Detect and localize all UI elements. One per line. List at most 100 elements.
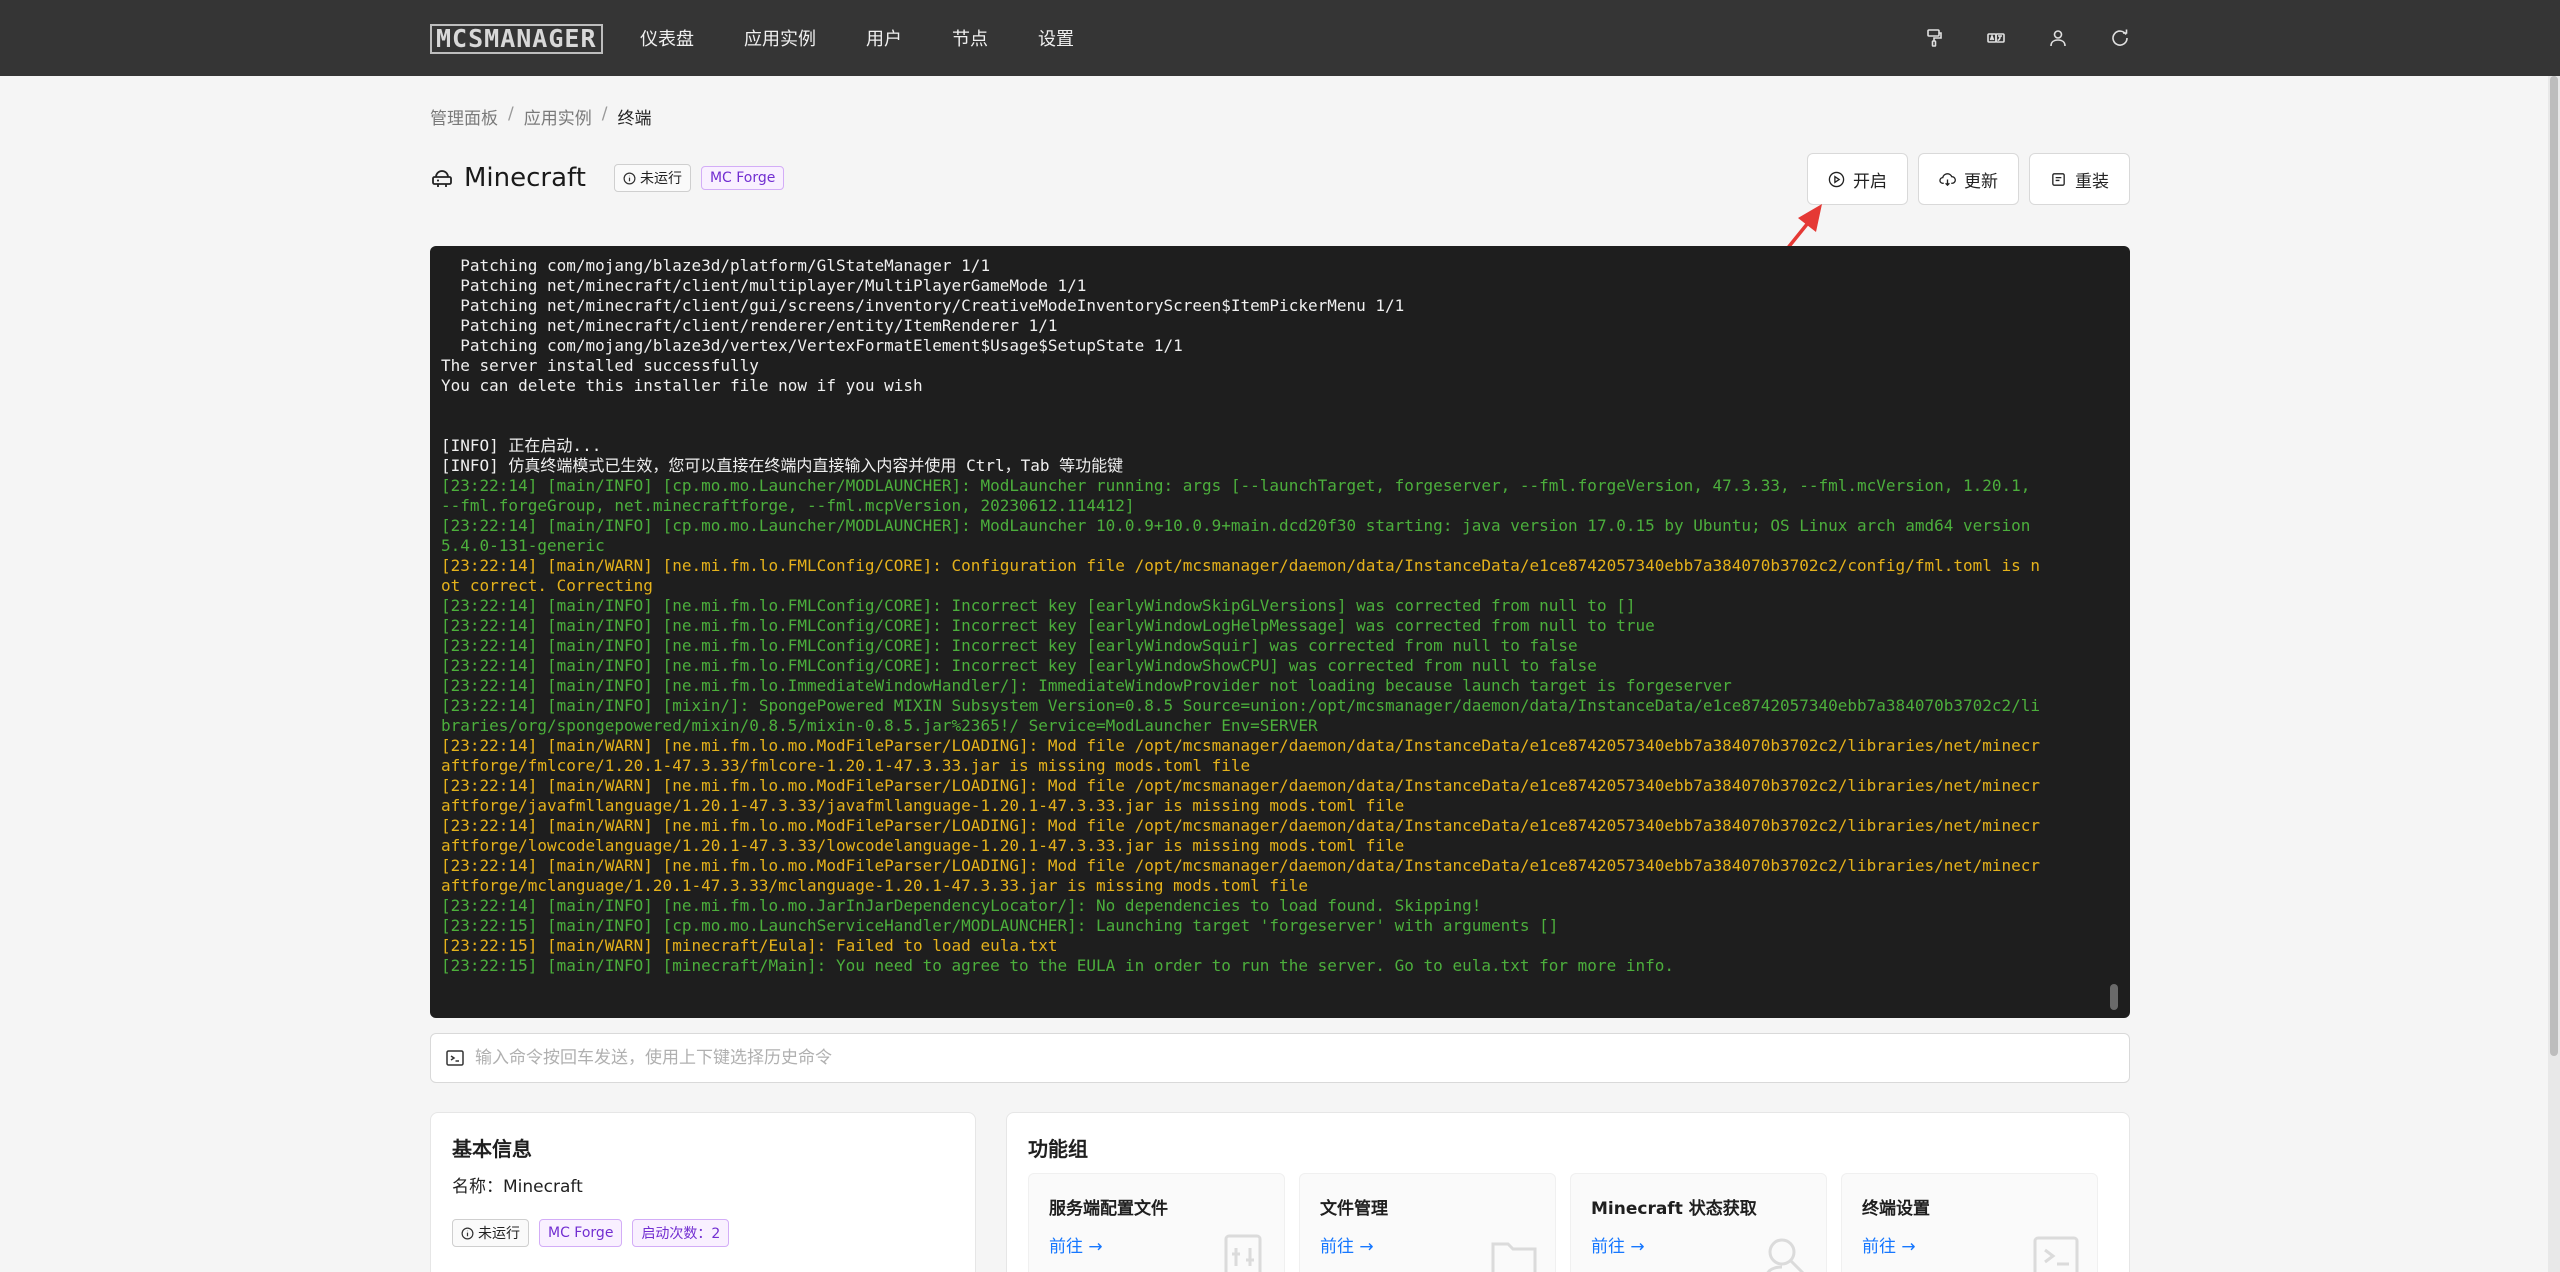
info-circle-icon [623, 172, 636, 184]
nav-nodes[interactable]: 节点 [952, 25, 988, 51]
feature-grid: 服务端配置文件 前往 → 文件管理 前往 → Minecraft 状态获取 前往… [1028, 1173, 2098, 1272]
command-input[interactable] [475, 1048, 2129, 1068]
breadcrumb-dashboard[interactable]: 管理面板 [430, 104, 498, 129]
nav-instances[interactable]: 应用实例 [744, 25, 816, 51]
cloud-server-icon [430, 166, 454, 190]
page-scrollbar-thumb[interactable] [2550, 76, 2558, 1056]
terminal-line: Patching net/minecraft/client/multiplaye… [441, 276, 1087, 295]
terminal-line: [23:22:15] [main/WARN] [minecraft/Eula]:… [441, 936, 1058, 955]
update-button[interactable]: 更新 [1918, 153, 2019, 205]
top-icon-group [1924, 0, 2130, 76]
terminal-line: [23:22:14] [main/WARN] [ne.mi.fm.lo.mo.M… [441, 736, 2041, 755]
terminal-line: aftforge/lowcodelanguage/1.20.1-47.3.33/… [441, 836, 1405, 855]
user-icon[interactable] [2048, 28, 2068, 48]
type-badge: MC Forge [539, 1219, 623, 1247]
reinstall-button-label: 重装 [2075, 171, 2109, 192]
feature-go-link[interactable]: 前往 → [1862, 1232, 1916, 1257]
terminal-line: [23:22:14] [main/INFO] [ne.mi.fm.lo.FMLC… [441, 596, 1636, 615]
terminal-line: [23:22:14] [main/INFO] [ne.mi.fm.lo.FMLC… [441, 636, 1578, 655]
feature-server-config[interactable]: 服务端配置文件 前往 → [1028, 1173, 1285, 1272]
info-circle-icon [461, 1227, 474, 1239]
terminal-line: 5.4.0-131-generic [441, 536, 605, 555]
brush-icon[interactable] [1924, 28, 1944, 48]
basic-info-card: 基本信息 名称：Minecraft 未运行 MC Forge 启动次数：2 [430, 1112, 976, 1272]
terminal-scrollbar[interactable] [2110, 254, 2118, 1010]
terminal-line: The server installed successfully [441, 356, 759, 375]
terminal-line: [INFO] 正在启动... [441, 436, 602, 455]
nav-users[interactable]: 用户 [866, 25, 902, 51]
basic-info-badges: 未运行 MC Forge 启动次数：2 [452, 1219, 739, 1247]
update-button-label: 更新 [1964, 171, 1998, 192]
terminal-prompt-icon [446, 1050, 464, 1066]
status-badge-label: 未运行 [478, 1226, 520, 1242]
terminal-line: [23:22:14] [main/INFO] [mixin/]: SpongeP… [441, 696, 2041, 715]
terminal-line: [23:22:14] [main/INFO] [ne.mi.fm.lo.Imme… [441, 676, 1732, 695]
terminal-line: ot correct. Correcting [441, 576, 653, 595]
terminal-line: [23:22:14] [main/INFO] [ne.mi.fm.lo.mo.J… [441, 896, 1482, 915]
start-button-label: 开启 [1853, 171, 1887, 192]
status-badge-label: 未运行 [639, 171, 682, 187]
command-input-box[interactable] [430, 1033, 2130, 1083]
breadcrumb-separator: / [601, 104, 608, 124]
feature-go-link[interactable]: 前往 → [1320, 1232, 1374, 1257]
feature-go-link[interactable]: 前往 → [1591, 1232, 1645, 1257]
status-badge: 未运行 [452, 1219, 529, 1247]
start-count-badge: 启动次数：2 [632, 1219, 730, 1247]
feature-title: Minecraft 状态获取 [1591, 1199, 1757, 1219]
terminal-line: [23:22:14] [main/INFO] [cp.mo.mo.Launche… [441, 476, 2031, 495]
instance-title: Minecraft [464, 163, 586, 193]
breadcrumb-terminal: 终端 [617, 109, 652, 129]
instance-actions: 开启 更新 重装 [1807, 153, 2130, 205]
reinstall-button[interactable]: 重装 [2029, 153, 2130, 205]
reinstall-icon [2052, 172, 2065, 186]
breadcrumb: 管理面板 / 应用实例 / 终端 [430, 104, 651, 129]
logout-icon[interactable] [2110, 28, 2130, 48]
nav-settings[interactable]: 设置 [1038, 25, 1074, 51]
feature-group-title: 功能组 [1028, 1137, 1088, 1161]
feature-file-manager[interactable]: 文件管理 前往 → [1299, 1173, 1556, 1272]
terminal-icon [2033, 1236, 2079, 1272]
main-nav: 仪表盘 应用实例 用户 节点 设置 [640, 0, 1124, 76]
terminal-line: [23:22:14] [main/INFO] [cp.mo.mo.Launche… [441, 516, 2031, 535]
breadcrumb-separator: / [508, 104, 514, 124]
terminal-line: You can delete this installer file now i… [441, 376, 923, 395]
cloud-download-icon [1939, 172, 1956, 186]
terminal-log: Patching com/mojang/blaze3d/platform/GlS… [441, 256, 2109, 976]
feature-go-link[interactable]: 前往 → [1049, 1232, 1103, 1257]
terminal-line: aftforge/javafmllanguage/1.20.1-47.3.33/… [441, 796, 1405, 815]
page-scrollbar[interactable] [2548, 76, 2560, 1272]
terminal-line: [23:22:14] [main/WARN] [ne.mi.fm.lo.mo.M… [441, 816, 2041, 835]
feature-title: 终端设置 [1862, 1199, 1930, 1219]
status-badge: 未运行 [613, 164, 691, 192]
terminal-output[interactable]: Patching com/mojang/blaze3d/platform/GlS… [430, 246, 2130, 1018]
terminal-scrollbar-thumb[interactable] [2110, 984, 2118, 1010]
feature-group-card: 功能组 服务端配置文件 前往 → 文件管理 前往 → Minecraft 状态获… [1006, 1112, 2130, 1272]
terminal-line: [23:22:15] [main/INFO] [cp.mo.mo.LaunchS… [441, 916, 1559, 935]
feature-minecraft-status[interactable]: Minecraft 状态获取 前往 → [1570, 1173, 1827, 1272]
terminal-line: [23:22:14] [main/WARN] [ne.mi.fm.lo.mo.M… [441, 856, 2041, 875]
search-status-icon [1766, 1238, 1805, 1272]
terminal-line: Patching net/minecraft/client/renderer/e… [441, 316, 1058, 335]
feature-terminal-settings[interactable]: 终端设置 前往 → [1841, 1173, 2098, 1272]
top-navbar: MCSMANAGER 仪表盘 应用实例 用户 节点 设置 [0, 0, 2560, 76]
language-icon[interactable] [1986, 28, 2006, 48]
type-badge: MC Forge [700, 166, 785, 190]
terminal-line: [23:22:14] [main/INFO] [ne.mi.fm.lo.FMLC… [441, 656, 1597, 675]
logo[interactable]: MCSMANAGER [430, 24, 603, 54]
terminal-line: [INFO] 仿真终端模式已生效，您可以直接在终端内直接输入内容并使用 Ctrl… [441, 456, 1124, 475]
settings-file-icon [1224, 1234, 1262, 1272]
basic-info-name: 名称：Minecraft [452, 1177, 583, 1197]
feature-title: 文件管理 [1320, 1199, 1388, 1219]
breadcrumb-instances[interactable]: 应用实例 [524, 104, 592, 129]
terminal-line: Patching com/mojang/blaze3d/platform/GlS… [441, 256, 991, 275]
terminal-line: [23:22:14] [main/INFO] [ne.mi.fm.lo.FMLC… [441, 616, 1655, 635]
terminal-line: [23:22:14] [main/WARN] [ne.mi.fm.lo.FMLC… [441, 556, 2041, 575]
play-circle-icon [1828, 171, 1845, 187]
terminal-line: [23:22:15] [main/INFO] [minecraft/Main]:… [441, 956, 1674, 975]
folder-icon [1491, 1242, 1537, 1272]
instance-header: Minecraft 未运行 MC Forge [430, 163, 794, 193]
terminal-line: braries/org/spongepowered/mixin/0.8.5/mi… [441, 716, 1318, 735]
nav-dashboard[interactable]: 仪表盘 [640, 25, 694, 51]
